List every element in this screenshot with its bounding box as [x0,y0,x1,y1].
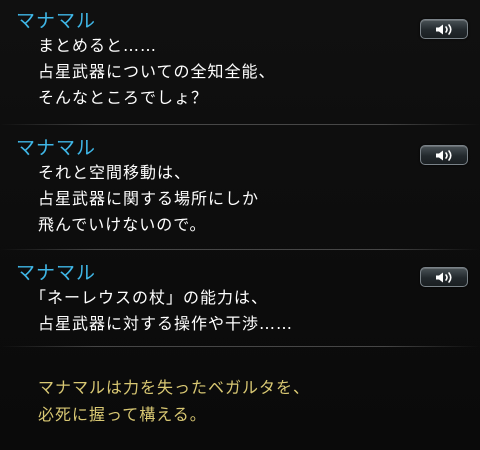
speaker-icon [436,150,452,161]
dialogue-line: それと空間移動は、 [38,163,192,182]
voice-replay-button[interactable] [420,19,468,39]
entry-divider [0,249,480,250]
dialogue-line: 飛んでいけないので。 [38,215,207,234]
narration-line: 必死に握って構える。 [38,405,207,424]
dialogue-line: 占星武器に関する場所にしか [38,189,260,208]
message-log: マナマル まとめると…… 占星武器についての全知全能、 そんなところでしょ？ マ… [0,0,480,450]
narration-line: マナマルは力を失ったベガルタを、 [38,378,311,397]
log-entry: マナマル まとめると…… 占星武器についての全知全能、 そんなところでしょ？ [0,10,480,120]
dialogue-line: そんなところでしょ？ [38,88,209,107]
speaker-icon [436,24,452,35]
voice-replay-button[interactable] [420,145,468,165]
speaker-name: マナマル [16,137,97,159]
dialogue-line: まとめると…… [38,36,158,55]
speaker-name: マナマル [16,262,97,284]
log-entry: マナマル それと空間移動は、 占星武器に関する場所にしか 飛んでいけないので。 [0,137,480,247]
speaker-name: マナマル [16,10,97,32]
voice-replay-button[interactable] [420,267,468,287]
speaker-icon [436,272,452,283]
entry-divider [0,346,480,347]
dialogue-line: 「ネーレウスの杖」の能力は、 [30,288,269,307]
entry-divider [0,124,480,125]
dialogue-line: 占星武器に対する操作や干渉…… [38,314,294,333]
dialogue-line: 占星武器についての全知全能、 [38,62,276,81]
log-entry: マナマル 「ネーレウスの杖」の能力は、 占星武器に対する操作や干渉…… [0,262,480,342]
narration-entry: マナマルは力を失ったベガルタを、 必死に握って構える。 [0,378,480,438]
